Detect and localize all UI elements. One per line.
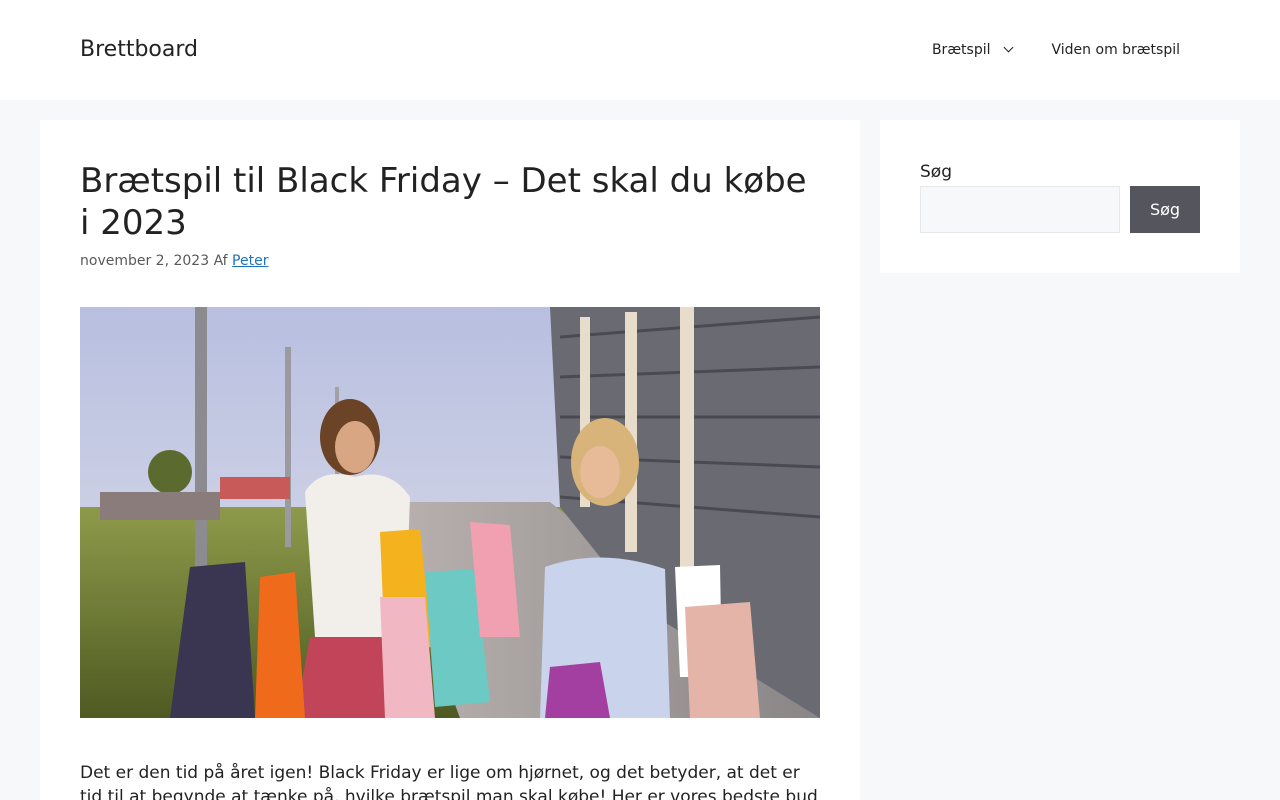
site-header: Brettboard Brætspil Viden om brætspil (0, 0, 1280, 100)
nav-item-label: Brætspil (931, 42, 991, 58)
featured-image (80, 307, 820, 718)
main-navigation: Brætspil Viden om brætspil (932, 38, 1180, 62)
chevron-down-icon (1003, 42, 1013, 53)
article-intro: Det er den tid på året igen! Black Frida… (80, 763, 818, 800)
article-meta: november 2, 2023 Af Peter (80, 251, 268, 271)
search-input[interactable] (920, 186, 1120, 233)
nav-item-braetspil[interactable]: Brætspil (931, 38, 1013, 62)
site-title-link[interactable]: Brettboard (80, 35, 198, 65)
article-container: Brætspil til Black Friday – Det skal du … (40, 120, 860, 800)
author-link[interactable]: Peter (232, 253, 268, 269)
article-date: november 2, 2023 (80, 253, 210, 269)
author-prefix: Af (213, 253, 228, 269)
nav-item-viden[interactable]: Viden om brætspil (1052, 38, 1180, 62)
search-button[interactable]: Søg (1130, 186, 1200, 233)
search-widget: Søg Søg (880, 120, 1240, 273)
article-title: Brætspil til Black Friday – Det skal du … (80, 161, 807, 243)
nav-item-label: Viden om brætspil (1051, 42, 1180, 58)
search-label: Søg (920, 162, 952, 182)
